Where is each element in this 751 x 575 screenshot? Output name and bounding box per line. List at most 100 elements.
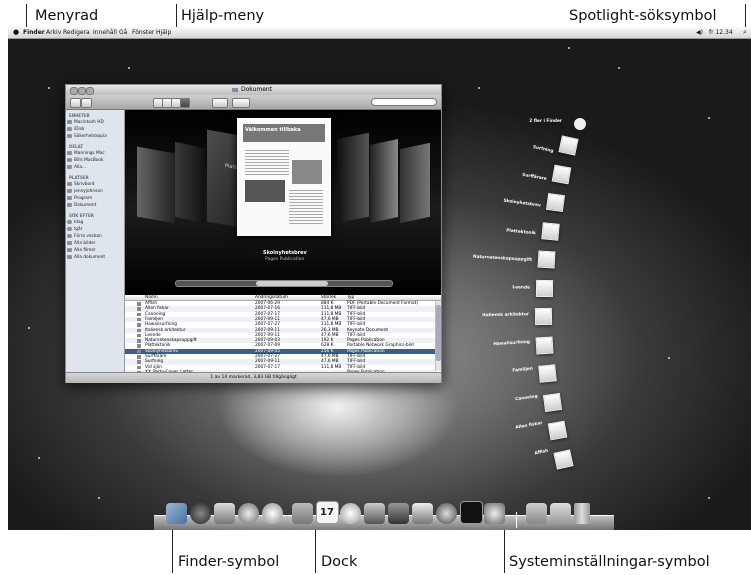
zoom-button[interactable]: [86, 87, 94, 95]
itunes-icon[interactable]: [340, 503, 361, 524]
menu-redigera[interactable]: Redigera: [63, 27, 90, 38]
back-button[interactable]: [70, 98, 81, 108]
stack-item-label[interactable]: Skolnyhetsbrev: [471, 194, 541, 209]
quicklook-eye-icon[interactable]: [212, 98, 228, 108]
sidebar-item-macintosh-hd[interactable]: Macintosh HD: [67, 120, 104, 125]
view-coverflow-button[interactable]: [180, 98, 190, 108]
menu-ga[interactable]: Gå: [119, 27, 127, 38]
sidebar-item-program[interactable]: Program: [67, 196, 92, 201]
file-icon: [137, 317, 141, 322]
cover-right-2[interactable]: [370, 139, 398, 223]
sidebar-item-igar[interactable]: Igår: [67, 227, 82, 232]
imovie-icon[interactable]: [388, 503, 409, 524]
list-scroll-thumb[interactable]: [436, 305, 441, 361]
menu-arkiv[interactable]: Arkiv: [46, 27, 61, 38]
forward-button[interactable]: [81, 98, 92, 108]
action-gear-icon[interactable]: [232, 98, 250, 108]
time-machine-icon[interactable]: [436, 503, 457, 524]
spotlight-search-icon[interactable]: ⌕: [743, 27, 747, 38]
stack-item-thumbnail[interactable]: [537, 250, 556, 269]
menu-finder[interactable]: Finder: [23, 27, 45, 38]
cover-right-1[interactable]: [337, 132, 369, 224]
stack-arrow-icon[interactable]: [574, 118, 586, 130]
stack-item-label[interactable]: Hawaiisurfning: [460, 339, 531, 348]
stack-item-thumbnail[interactable]: [552, 448, 574, 470]
safari-icon[interactable]: [238, 503, 259, 524]
minimize-button[interactable]: [78, 87, 86, 95]
search-input[interactable]: [371, 98, 437, 106]
sidebar-item-forra-veckan[interactable]: Förra veckan: [67, 234, 102, 239]
stack-item-thumbnail[interactable]: [551, 164, 572, 184]
stack-item-label[interactable]: Leende: [460, 284, 530, 290]
stack-item-label[interactable]: Naturvetenskapsuppgift: [462, 254, 532, 263]
column-size[interactable]: Storlek: [321, 295, 336, 300]
ichat-icon[interactable]: [262, 503, 283, 524]
menu-hjalp[interactable]: Hjälp: [156, 27, 171, 38]
sidebar-item-idisk[interactable]: iDisk: [67, 127, 84, 132]
stack-item-label[interactable]: Surfning: [484, 135, 553, 154]
callout-line-sysinst: [504, 527, 505, 573]
sidebar-item-idag[interactable]: Idag: [67, 220, 83, 225]
cover-center-document[interactable]: Välkommen tillbaka: [237, 118, 331, 236]
sidebar-item-home[interactable]: jennyjohnson: [67, 189, 103, 194]
sidebar-item-sakerhetskopia[interactable]: Säkerhetskopia: [67, 134, 107, 139]
stack-item-thumbnail[interactable]: [535, 279, 553, 297]
menu-fonster[interactable]: Fönster: [132, 27, 154, 38]
stack-item-thumbnail[interactable]: [546, 192, 566, 213]
stack-item-label[interactable]: Familjen: [463, 367, 534, 379]
column-date[interactable]: Ändringsdatum: [255, 295, 288, 300]
iphoto-icon[interactable]: [364, 503, 385, 524]
close-button[interactable]: [70, 87, 78, 95]
stack-item-thumbnail[interactable]: [558, 135, 579, 156]
sidebar-item-mannings-mac[interactable]: Mannings Mac: [67, 151, 105, 156]
column-kind[interactable]: Typ: [347, 295, 354, 300]
volume-icon[interactable]: ◀): [696, 27, 703, 38]
clock-icon: [67, 227, 72, 231]
stack-item-label[interactable]: Canoeing: [468, 394, 538, 408]
stack-item-thumbnail[interactable]: [538, 364, 558, 383]
sidebar-item-bills-macbook[interactable]: Bills MacBook: [67, 158, 104, 163]
sidebar-item-dokument[interactable]: Dokument: [67, 203, 96, 208]
stack-item-thumbnail[interactable]: [547, 420, 568, 441]
column-name[interactable]: Namn: [145, 295, 158, 300]
desktop-icon: [67, 182, 72, 186]
star: [28, 327, 30, 329]
finder-titlebar[interactable]: Dokument: [66, 85, 441, 95]
finder-icon[interactable]: [166, 503, 187, 524]
downloads-stack-icon[interactable]: [550, 503, 571, 524]
stack-item-thumbnail[interactable]: [535, 336, 554, 354]
stack-item-label[interactable]: Italiensk arkitektur: [459, 312, 529, 318]
stack-item-label[interactable]: Plattektonik: [466, 224, 536, 236]
cover-left-1[interactable]: [175, 141, 205, 224]
dashboard-icon[interactable]: [190, 503, 211, 524]
menu-clock[interactable]: fr 12.34: [709, 27, 733, 38]
sidebar-item-alla-filmer[interactable]: Alla filmer: [67, 248, 96, 253]
sidebar-item-alla-bilder[interactable]: Alla bilder: [67, 241, 96, 246]
stack-more-in-finder[interactable]: 2 fler i Finder: [492, 119, 562, 124]
ical-icon[interactable]: 17: [316, 501, 339, 524]
sidebar-item-alla[interactable]: Alla...: [67, 165, 86, 170]
stack-item-label[interactable]: Surffärare: [477, 165, 547, 181]
sidebar-item-skrivbord[interactable]: Skrivbord: [67, 182, 95, 187]
list-scrollbar[interactable]: [435, 301, 441, 371]
coverflow-view[interactable]: Plattektonik Välkommen tillbaka Skolnyhe…: [125, 110, 441, 295]
stack-item-thumbnail[interactable]: [542, 392, 562, 412]
cover-right-3[interactable]: [400, 142, 430, 224]
stack-item-label[interactable]: Allen fiskar: [473, 421, 543, 438]
cover-left-far[interactable]: [137, 146, 175, 224]
trash-icon[interactable]: [574, 503, 590, 524]
documents-stack-icon[interactable]: [526, 503, 547, 524]
apple-menu-icon[interactable]: ●: [13, 27, 19, 38]
mail-icon[interactable]: [214, 503, 235, 524]
sidebar-item-alla-dokument[interactable]: Alla dokument: [67, 255, 105, 260]
spaces-icon[interactable]: [412, 503, 433, 524]
coverflow-scrollbar[interactable]: [175, 280, 393, 287]
system-preferences-icon[interactable]: [484, 503, 505, 524]
stack-item-label[interactable]: Affish: [479, 448, 548, 468]
menu-innehall[interactable]: Innehåll: [93, 27, 117, 38]
terminal-icon[interactable]: [460, 501, 483, 524]
address-book-icon[interactable]: [292, 503, 313, 524]
coverflow-scroll-thumb[interactable]: [256, 281, 328, 286]
stack-item-thumbnail[interactable]: [541, 221, 560, 241]
stack-item-thumbnail[interactable]: [535, 307, 553, 326]
